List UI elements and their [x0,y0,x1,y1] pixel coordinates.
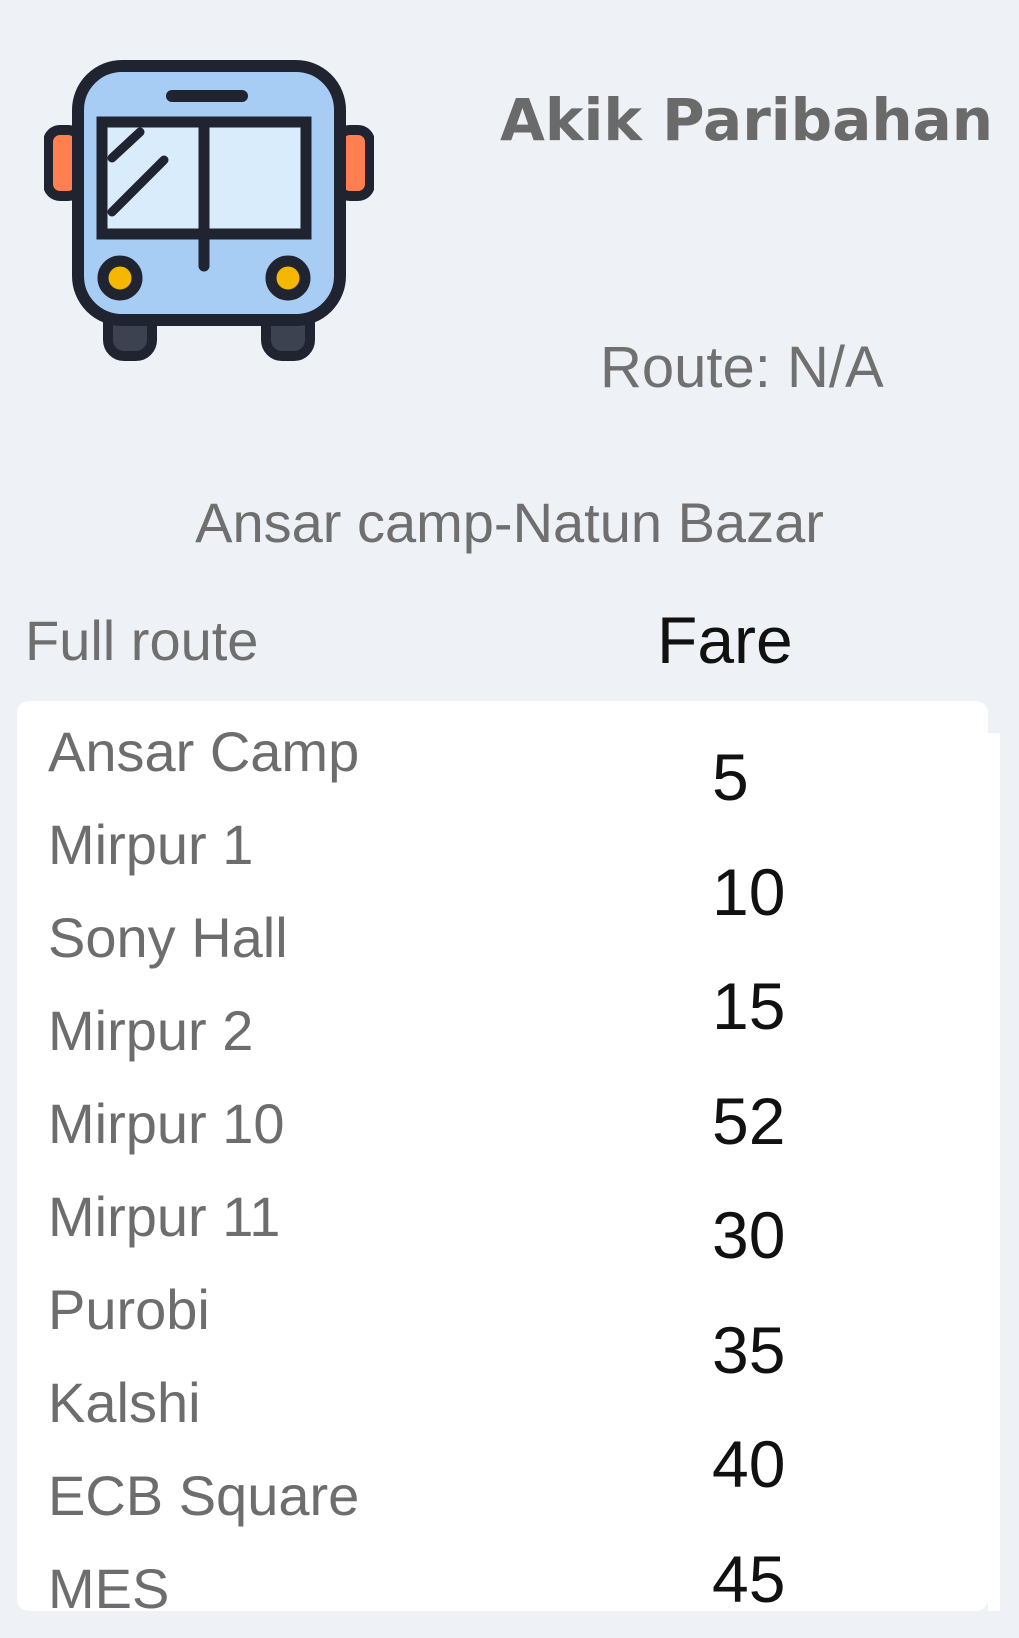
stop-item: Sony Hall [48,906,288,969]
stop-item: Mirpur 2 [48,999,254,1062]
fare-item: 10 [712,854,786,929]
stop-item: Mirpur 1 [48,813,254,876]
fare-item: 45 [712,1541,786,1616]
fare-item: 40 [712,1427,786,1501]
stop-item: Mirpur 11 [48,1185,281,1248]
fare-header: Fare [657,603,793,677]
operator-name: Akik Paribahan [500,86,994,154]
fare-item: 35 [712,1312,786,1387]
stop-item: Purobi [48,1278,210,1341]
fare-item: 15 [712,969,786,1043]
route-name: Ansar camp-Natun Bazar [195,491,824,554]
stop-item: MES [48,1557,170,1620]
fare-list: 5 10 15 52 30 35 40 45 [712,720,785,1636]
stop-list: Ansar Camp Mirpur 1 Sony Hall Mirpur 2 M… [48,705,359,1635]
stop-item: Kalshi [48,1371,201,1434]
fare-item: 5 [712,740,749,814]
stop-item: ECB Square [48,1464,360,1527]
bus-icon [44,60,374,361]
fare-item: 52 [712,1083,786,1158]
fare-item: 30 [712,1198,786,1272]
stop-item: Ansar Camp [48,720,360,783]
full-route-header: Full route [25,609,259,672]
stop-item: Mirpur 10 [48,1092,285,1155]
route-code: Route: N/A [600,335,884,400]
